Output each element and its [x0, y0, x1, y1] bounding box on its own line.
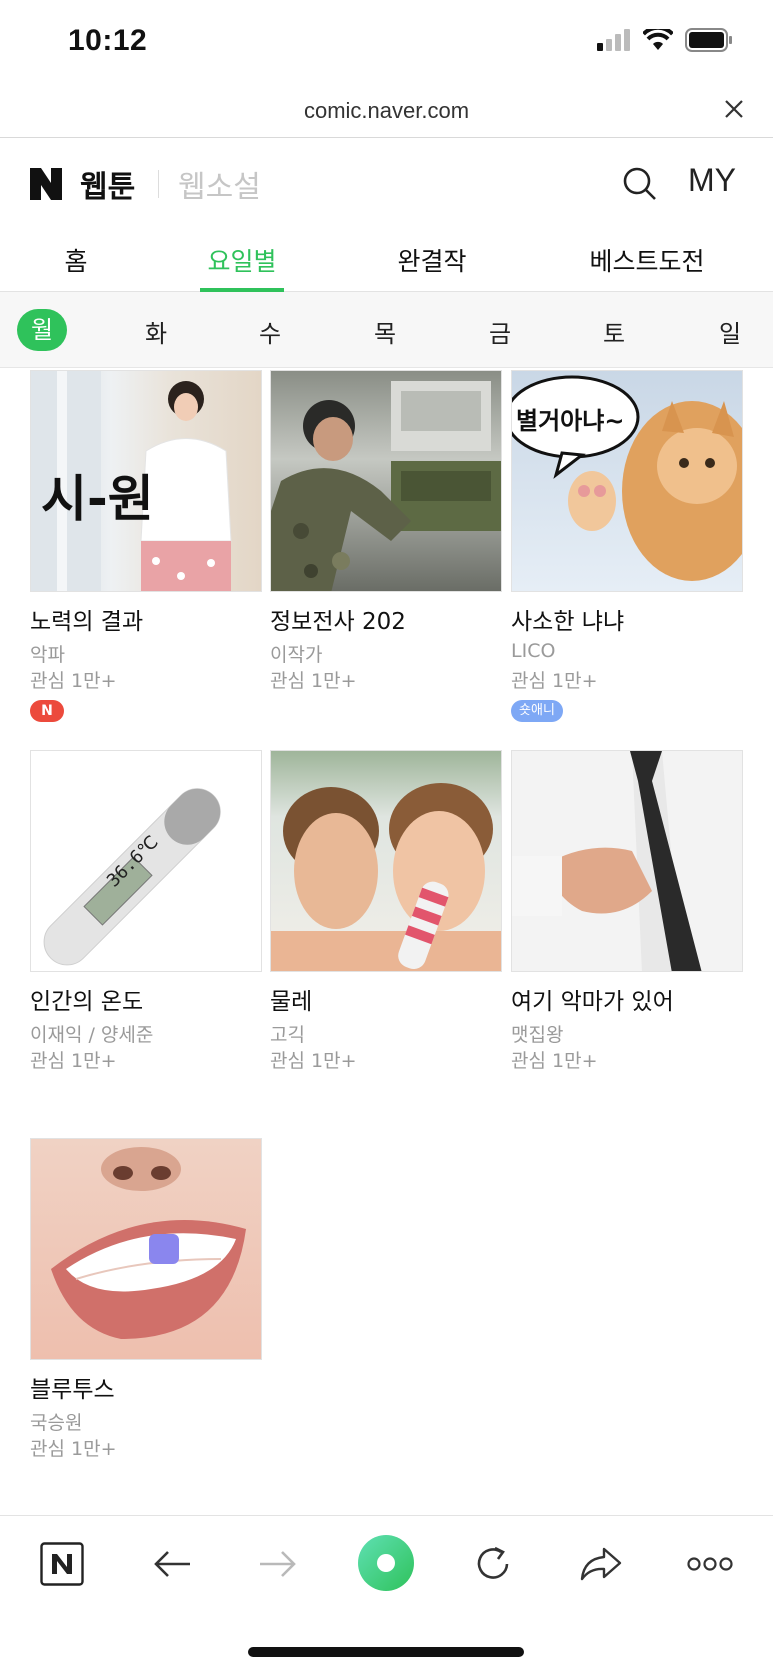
short-anime-badge: 숏애니: [511, 700, 563, 722]
webtoon-thumbnail[interactable]: 시-원: [30, 370, 262, 592]
status-icons: [597, 28, 733, 52]
webtoon-interest: 관심 1만+: [270, 670, 357, 692]
weekday-bar: 월 화 수 목 금 토 일: [0, 292, 773, 368]
day-sat[interactable]: 토: [590, 314, 638, 349]
webtoon-interest: 관심 1만+: [30, 1050, 117, 1072]
tab-completed[interactable]: 완결작: [380, 242, 484, 278]
webtoon-interest: 관심 1만+: [30, 670, 117, 692]
main-tabs: 홈 요일별 완결작 베스트도전: [0, 228, 773, 292]
more-icon[interactable]: [686, 1540, 734, 1588]
day-fri[interactable]: 금: [476, 314, 524, 349]
thumbnail-overlay-text: 시-원: [41, 470, 154, 528]
share-icon[interactable]: [577, 1540, 625, 1588]
webtoon-card[interactable]: 시-원 노력의 결과 악파 관심 1만+ N: [30, 370, 262, 722]
webtoon-author: LICO: [511, 640, 556, 662]
brand-divider: [158, 170, 159, 198]
green-dot-icon[interactable]: [357, 1534, 415, 1592]
webtoon-author: 고긱: [270, 1024, 305, 1046]
thumbnail-overlay-text: 별거아냐~: [516, 407, 625, 435]
status-time: 10:12: [68, 24, 148, 57]
webtoon-interest: 관심 1만+: [511, 1050, 598, 1072]
webtoon-title[interactable]: 인간의 온도: [30, 982, 143, 1016]
webtoon-thumbnail[interactable]: [270, 370, 502, 592]
webtoon-card[interactable]: 정보전사 202 이작가 관심 1만+: [270, 370, 502, 692]
webtoon-title[interactable]: 정보전사 202: [270, 602, 406, 636]
back-icon[interactable]: [148, 1540, 196, 1588]
webtoon-tab[interactable]: 웹툰: [80, 162, 135, 206]
webtoon-card[interactable]: 별거아냐~ 사소한 냐냐 LICO 관심 1만+ 숏애니: [511, 370, 743, 722]
webtoon-card[interactable]: 여기 악마가 있어 맷집왕 관심 1만+: [511, 750, 743, 1072]
battery-icon: [685, 28, 732, 52]
webtoon-author: 이작가: [270, 644, 323, 666]
site-header: 웹툰 웹소설 MY: [0, 138, 773, 228]
url-text[interactable]: comic.naver.com: [0, 98, 773, 124]
webtoon-thumbnail[interactable]: 36.6℃: [30, 750, 262, 972]
home-indicator[interactable]: [248, 1647, 524, 1657]
day-wed[interactable]: 수: [246, 314, 294, 349]
tab-by-day[interactable]: 요일별: [190, 242, 294, 278]
webtoon-title[interactable]: 물레: [270, 982, 312, 1016]
search-icon[interactable]: [622, 166, 658, 202]
day-thu[interactable]: 목: [361, 314, 409, 349]
naver-logo[interactable]: [30, 168, 62, 200]
webtoon-title[interactable]: 블루투스: [30, 1370, 115, 1404]
webnovel-tab[interactable]: 웹소설: [178, 162, 261, 206]
browser-toolbar: [0, 1515, 773, 1615]
webtoon-card[interactable]: 블루투스 국승원 관심 1만+: [30, 1138, 262, 1460]
webtoon-thumbnail[interactable]: [511, 750, 743, 972]
webtoon-interest: 관심 1만+: [511, 670, 598, 692]
browser-url-bar: comic.naver.com: [0, 88, 773, 138]
day-mon[interactable]: 월: [17, 309, 67, 351]
close-icon[interactable]: [723, 98, 745, 120]
wifi-icon: [643, 29, 673, 50]
webtoon-author: 이재익 / 양세준: [30, 1024, 154, 1046]
tab-home[interactable]: 홈: [40, 242, 112, 278]
status-bar: 10:12: [0, 0, 773, 88]
webtoon-interest: 관심 1만+: [270, 1050, 357, 1072]
webtoon-title[interactable]: 여기 악마가 있어: [511, 982, 674, 1016]
refresh-icon[interactable]: [469, 1540, 517, 1588]
webtoon-card[interactable]: 물레 고긱 관심 1만+: [270, 750, 502, 1072]
day-tue[interactable]: 화: [132, 314, 180, 349]
webtoon-author: 맷집왕: [511, 1024, 564, 1046]
webtoon-interest: 관심 1만+: [30, 1438, 117, 1460]
webtoon-thumbnail[interactable]: [30, 1138, 262, 1360]
webtoon-card[interactable]: 36.6℃ 인간의 온도 이재익 / 양세준 관심 1만+: [30, 750, 262, 1072]
webtoon-title[interactable]: 노력의 결과: [30, 602, 143, 636]
new-badge: N: [30, 700, 64, 722]
webtoon-author: 악파: [30, 644, 65, 666]
signal-icon: [597, 29, 630, 51]
my-button[interactable]: MY: [688, 162, 736, 199]
day-sun[interactable]: 일: [706, 314, 754, 349]
webtoon-author: 국승원: [30, 1412, 83, 1434]
forward-icon[interactable]: [254, 1540, 302, 1588]
webtoon-title[interactable]: 사소한 냐냐: [511, 602, 624, 636]
webtoon-thumbnail[interactable]: 별거아냐~: [511, 370, 743, 592]
webtoon-thumbnail[interactable]: [270, 750, 502, 972]
tab-best-challenge[interactable]: 베스트도전: [580, 242, 714, 278]
home-icon[interactable]: [38, 1540, 86, 1588]
